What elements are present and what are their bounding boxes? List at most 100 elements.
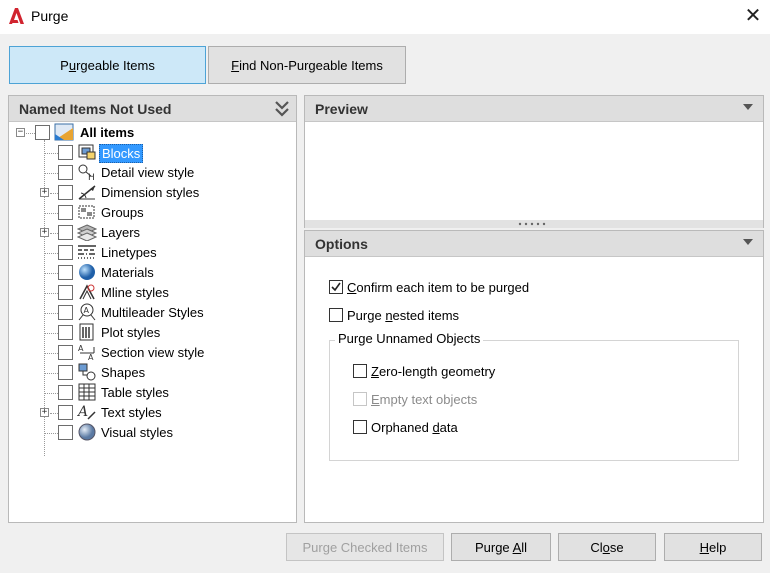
splitter-grip[interactable] bbox=[304, 220, 764, 228]
tree-checkbox[interactable] bbox=[58, 145, 73, 160]
checkmark-icon bbox=[331, 282, 341, 292]
detail-view-style-icon: H bbox=[78, 164, 95, 181]
tree-checkbox[interactable] bbox=[58, 385, 73, 400]
tree-checkbox[interactable] bbox=[58, 225, 73, 240]
tree-item-label: Multileader Styles bbox=[101, 305, 204, 320]
tree-checkbox[interactable] bbox=[35, 125, 50, 140]
tree-item-text-styles[interactable]: + A Text styles bbox=[9, 403, 296, 423]
zero-length-checkbox[interactable] bbox=[353, 364, 367, 378]
empty-text-label: Empty text objects bbox=[371, 392, 478, 407]
tree-item-label: Visual styles bbox=[101, 425, 174, 440]
tree-checkbox[interactable] bbox=[58, 365, 73, 380]
expand-icon[interactable]: + bbox=[40, 188, 49, 197]
tree-checkbox[interactable] bbox=[58, 345, 73, 360]
purge-checked-items-button: Purge Checked Items bbox=[286, 533, 444, 561]
tree-item-materials[interactable]: Materials bbox=[9, 263, 296, 283]
options-title: Options bbox=[315, 235, 368, 252]
tree-item-label: Plot styles bbox=[101, 325, 161, 340]
tree-item-mline-styles[interactable]: Mline styles bbox=[9, 283, 296, 303]
tree-checkbox[interactable] bbox=[58, 245, 73, 260]
plot-styles-icon bbox=[79, 323, 94, 341]
svg-text:A: A bbox=[88, 353, 94, 361]
tree-item-shapes[interactable]: Shapes bbox=[9, 363, 296, 383]
purge-unnamed-title: Purge Unnamed Objects bbox=[335, 331, 484, 346]
shapes-icon bbox=[78, 363, 96, 381]
confirm-each-checkbox[interactable] bbox=[329, 280, 343, 294]
collapse-chevrons-icon[interactable] bbox=[274, 99, 290, 119]
tree-item-linetypes[interactable]: Linetypes bbox=[9, 243, 296, 263]
dialog-body: Purgeable Items Find Non-Purgeable Items… bbox=[0, 34, 770, 573]
options-header[interactable]: Options bbox=[305, 231, 763, 257]
purge-all-label: Purge All bbox=[474, 539, 528, 555]
materials-icon bbox=[79, 264, 95, 280]
orphaned-data-label: Orphaned data bbox=[371, 420, 458, 435]
collapse-icon[interactable]: − bbox=[16, 128, 25, 137]
help-button[interactable]: Help bbox=[664, 533, 762, 561]
tree-checkbox[interactable] bbox=[58, 405, 73, 420]
tree-item-label: Groups bbox=[101, 205, 144, 220]
tree-item-label: Materials bbox=[101, 265, 154, 280]
tree-item-groups[interactable]: Groups bbox=[9, 203, 296, 223]
tree-item-dimension-styles[interactable]: + Dimension styles bbox=[9, 183, 296, 203]
table-styles-icon bbox=[78, 383, 96, 401]
tree-item-label: Shapes bbox=[101, 365, 146, 380]
svg-text:H: H bbox=[88, 173, 95, 181]
tree-item-multileader-styles[interactable]: A Multileader Styles bbox=[9, 303, 296, 323]
tree-item-label: Detail view style bbox=[101, 165, 195, 180]
tree-checkbox[interactable] bbox=[58, 305, 73, 320]
tree-root-label: All items bbox=[80, 125, 135, 140]
expand-icon[interactable]: + bbox=[40, 228, 49, 237]
tree-item-detail-view-style[interactable]: H Detail view style bbox=[9, 163, 296, 183]
section-view-style-icon: A A bbox=[78, 344, 95, 361]
dimension-styles-icon bbox=[78, 185, 96, 200]
collapse-arrow-icon[interactable] bbox=[743, 104, 753, 110]
tree-item-layers[interactable]: + Layers bbox=[9, 223, 296, 243]
block-icon bbox=[78, 144, 96, 160]
named-items-title: Named Items Not Used bbox=[19, 100, 172, 117]
window-title: Purge bbox=[31, 8, 69, 24]
tree-checkbox[interactable] bbox=[58, 425, 73, 440]
tree-checkbox[interactable] bbox=[58, 265, 73, 280]
preview-panel: Preview bbox=[304, 95, 764, 221]
visual-styles-icon bbox=[78, 423, 96, 441]
tree-checkbox[interactable] bbox=[58, 325, 73, 340]
tree-checkbox[interactable] bbox=[58, 205, 73, 220]
tree-item-label: Section view style bbox=[101, 345, 205, 360]
tree-item-label: Dimension styles bbox=[101, 185, 200, 200]
tree-item-visual-styles[interactable]: Visual styles bbox=[9, 423, 296, 443]
close-button[interactable]: Close bbox=[558, 533, 656, 561]
purge-checked-items-label: Purge Checked Items bbox=[302, 539, 428, 555]
zero-length-label: Zero-length geometry bbox=[371, 364, 496, 379]
preview-header[interactable]: Preview bbox=[305, 96, 763, 122]
tree-item-blocks[interactable]: Blocks bbox=[9, 143, 296, 163]
purge-nested-checkbox[interactable] bbox=[329, 308, 343, 322]
purge-nested-label: Purge nested items bbox=[347, 308, 460, 323]
grip-dots-icon bbox=[518, 222, 546, 226]
named-items-panel: Named Items Not Used − All items Blocks … bbox=[8, 95, 297, 523]
orphaned-data-checkbox[interactable] bbox=[353, 420, 367, 434]
tab-purgeable-items[interactable]: Purgeable Items bbox=[9, 46, 206, 84]
autocad-logo-icon bbox=[9, 8, 24, 24]
close-label: Close bbox=[590, 539, 624, 555]
tree-item-plot-styles[interactable]: Plot styles bbox=[9, 323, 296, 343]
tree-item-section-view-style[interactable]: A A Section view style bbox=[9, 343, 296, 363]
tree-item-table-styles[interactable]: Table styles bbox=[9, 383, 296, 403]
tree-checkbox[interactable] bbox=[58, 185, 73, 200]
options-panel: Options Confirm each item to be purged P… bbox=[304, 230, 764, 523]
close-window-button[interactable]: ✕ bbox=[740, 3, 766, 29]
collapse-arrow-icon[interactable] bbox=[743, 239, 753, 245]
tree-item-label: Text styles bbox=[101, 405, 162, 420]
expand-icon[interactable]: + bbox=[40, 408, 49, 417]
tree-checkbox[interactable] bbox=[58, 285, 73, 300]
tree-checkbox[interactable] bbox=[58, 165, 73, 180]
groups-icon bbox=[78, 205, 95, 219]
layers-icon bbox=[77, 224, 97, 241]
tree-item-label: Layers bbox=[101, 225, 141, 240]
svg-text:A: A bbox=[77, 404, 88, 420]
text-styles-icon: A bbox=[77, 404, 96, 420]
tab-find-non-purgeable-items[interactable]: Find Non-Purgeable Items bbox=[208, 46, 406, 84]
tree-item-label: Mline styles bbox=[101, 285, 169, 300]
title-bar: Purge ✕ bbox=[0, 0, 770, 34]
purge-all-button[interactable]: Purge All bbox=[451, 533, 551, 561]
tree-root-row[interactable]: − All items bbox=[9, 123, 296, 143]
